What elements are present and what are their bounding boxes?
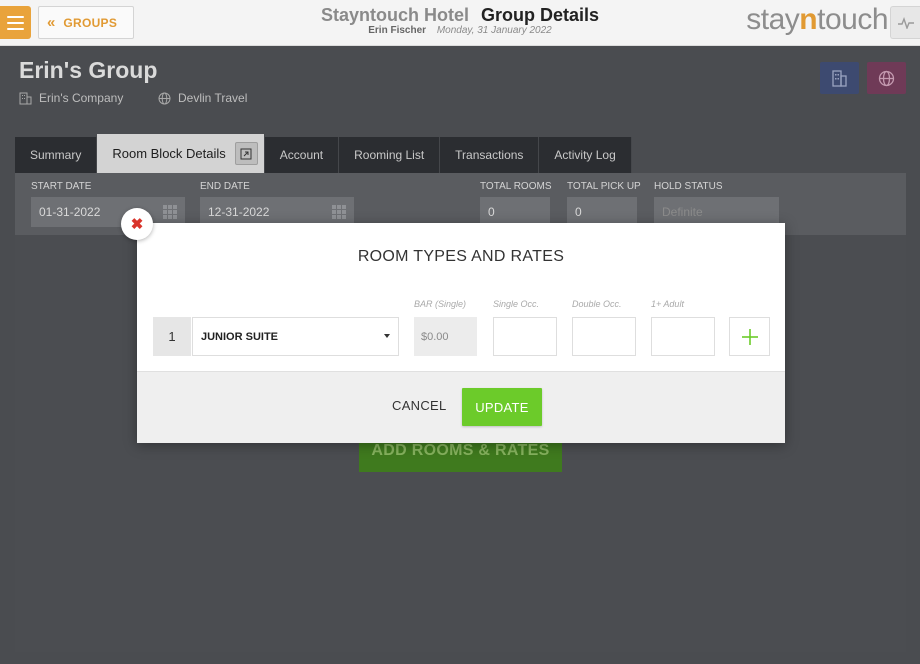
business-date: Monday, 31 January 2022 — [436, 25, 552, 36]
dialog-footer: CANCEL UPDATE — [137, 371, 785, 443]
company-card-button[interactable] — [820, 62, 859, 94]
travel-agent-card-button[interactable] — [867, 62, 906, 94]
travel-agent-name: Devlin Travel — [178, 91, 248, 105]
total-pickup-label: TOTAL PICK UP — [567, 181, 641, 192]
tab-transactions[interactable]: Transactions — [440, 137, 540, 173]
calendar-icon — [163, 205, 177, 219]
total-rooms-label: TOTAL ROOMS — [480, 181, 552, 192]
room-type-value: JUNIOR SUITE — [201, 330, 279, 343]
group-tabs: Summary Room Block Details Account Roomi… — [15, 134, 632, 173]
close-icon[interactable]: ✖ — [121, 208, 153, 240]
group-name: Erin's Group — [19, 57, 158, 83]
hold-status-label: HOLD STATUS — [654, 181, 723, 192]
column-header-extra-adult: 1+ Adult — [651, 299, 684, 309]
user-name: Erin Fischer — [368, 25, 427, 36]
plus-icon — [741, 328, 758, 345]
update-button[interactable]: UPDATE — [462, 388, 542, 426]
room-types-rates-dialog: ROOM TYPES AND RATES BAR (Single) Single… — [137, 223, 785, 443]
expand-icon[interactable] — [234, 142, 258, 165]
activity-pulse-button[interactable] — [890, 6, 920, 39]
globe-icon — [878, 70, 895, 86]
group-company[interactable]: Erin's Company — [19, 91, 123, 105]
double-occupancy-input[interactable] — [572, 317, 636, 356]
column-header-single: Single Occ. — [493, 299, 540, 309]
row-number: 1 — [153, 317, 191, 356]
tab-rooming-list[interactable]: Rooming List — [339, 137, 441, 173]
extra-adult-input[interactable] — [651, 317, 715, 356]
tab-summary[interactable]: Summary — [15, 137, 98, 173]
end-date-label: END DATE — [200, 181, 250, 192]
bar-rate-value: $0.00 — [414, 317, 477, 356]
start-date-label: START DATE — [31, 181, 92, 192]
building-icon — [832, 69, 847, 87]
pulse-icon — [897, 16, 914, 29]
column-header-double: Double Occ. — [572, 299, 622, 309]
top-bar: « GROUPS Stayntouch Hotel Group Details E… — [0, 0, 920, 46]
hotel-name: Stayntouch Hotel — [320, 5, 469, 25]
calendar-icon — [332, 205, 346, 219]
tab-room-block-details[interactable]: Room Block Details — [97, 134, 265, 173]
room-type-select[interactable]: JUNIOR SUITE — [192, 317, 399, 356]
group-travel-agent[interactable]: Devlin Travel — [158, 91, 247, 105]
cancel-button[interactable]: CANCEL — [392, 398, 447, 413]
page-name: Group Details — [480, 5, 600, 25]
building-icon — [19, 92, 32, 104]
tab-account[interactable]: Account — [265, 137, 340, 173]
tab-activity-log[interactable]: Activity Log — [539, 137, 632, 173]
company-name: Erin's Company — [39, 91, 124, 105]
column-header-bar: BAR (Single) — [414, 299, 467, 309]
single-occupancy-input[interactable] — [493, 317, 557, 356]
brand-logo: stayntouch — [746, 3, 888, 36]
globe-icon — [158, 92, 171, 104]
caret-down-icon — [384, 334, 390, 338]
add-row-button[interactable] — [729, 317, 770, 356]
dialog-title: ROOM TYPES AND RATES — [357, 248, 565, 265]
